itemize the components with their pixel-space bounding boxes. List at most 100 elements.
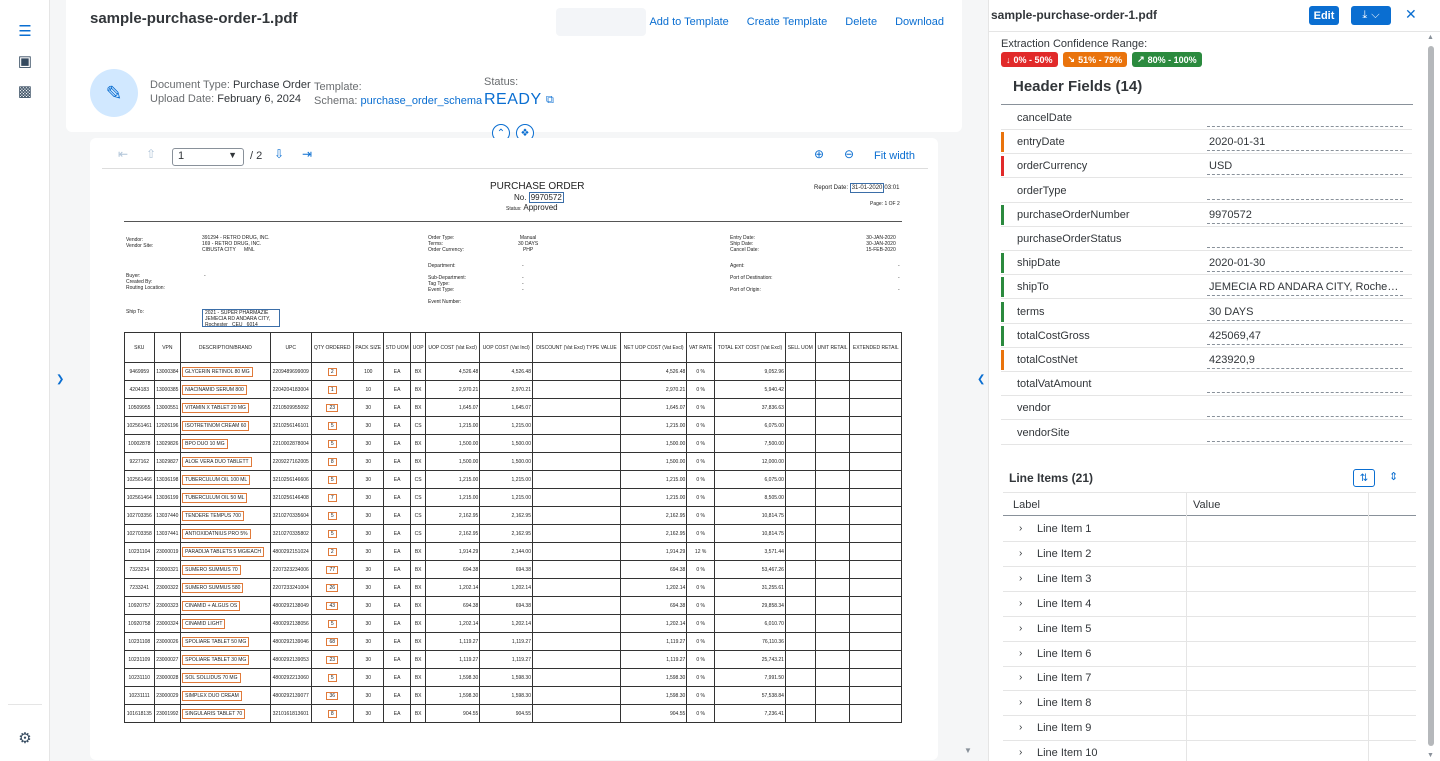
detected-quantity[interactable]: 2 [327, 367, 337, 376]
download-menu-button[interactable]: ⤓ ⌵ [1351, 6, 1391, 25]
zoom-out-icon[interactable]: ⊖ [844, 147, 854, 161]
line-item-row[interactable]: › Line Item 4 [1003, 592, 1416, 617]
page-select[interactable]: 1 ▼ [172, 148, 244, 166]
detected-quantity[interactable]: 23 [326, 655, 338, 664]
field-value[interactable]: 9970572 [1209, 209, 1403, 221]
next-page-icon[interactable]: ⇩ [274, 147, 284, 161]
detected-description[interactable]: BPO DUO 10 MG [182, 438, 228, 449]
field-value[interactable]: 425069,47 [1209, 330, 1403, 342]
chevron-right-icon[interactable]: › [1019, 722, 1022, 733]
detected-quantity[interactable]: 5 [327, 439, 337, 448]
ship-to-value[interactable]: 2021 - SUPER PHARMAZIE JEMECIA RD ANDARA… [202, 309, 280, 328]
detected-description[interactable]: SINGULARIS TABLET 70 [182, 708, 246, 719]
header-field-row[interactable]: totalCostNet 423920,9 [1001, 348, 1412, 372]
add-to-template-button[interactable]: Add to Template [649, 16, 728, 28]
detected-quantity[interactable]: 8 [327, 709, 337, 718]
detected-quantity[interactable]: 43 [326, 601, 338, 610]
first-page-icon[interactable]: ⇤ [118, 147, 128, 161]
chevron-right-icon[interactable]: › [1019, 672, 1022, 683]
field-value[interactable]: 2020-01-31 [1209, 136, 1403, 148]
detected-description[interactable]: NIACINAMID SERUM 800 [182, 384, 247, 395]
detected-quantity[interactable]: 5 [327, 529, 337, 538]
field-value[interactable]: 423920,9 [1209, 354, 1403, 366]
chevron-right-icon[interactable]: › [1019, 747, 1022, 758]
detected-description[interactable]: ANTIOXIDATNIUS PRO 5% [182, 528, 251, 539]
header-field-row[interactable]: shipDate 2020-01-30 [1001, 251, 1412, 276]
header-field-row[interactable]: vendorSite [1001, 421, 1412, 445]
report-date-value[interactable]: 31-01-2020 [849, 183, 885, 193]
zoom-in-icon[interactable]: ⊕ [814, 147, 824, 161]
header-field-row[interactable]: totalCostGross 425069,47 [1001, 324, 1412, 348]
detected-description[interactable]: CINAMID + ALGUS OS [182, 600, 241, 611]
detected-quantity[interactable]: 26 [326, 583, 338, 592]
detected-description[interactable]: GLYCERIN RETINOL 80 MG [182, 366, 253, 377]
templates-cube-icon[interactable]: ▩ [0, 76, 50, 106]
line-item-row[interactable]: › Line Item 7 [1003, 666, 1416, 692]
scroll-up-icon[interactable]: ▲ [1427, 34, 1434, 41]
detected-description[interactable]: CINAMID LIGHT [182, 618, 226, 629]
line-item-row[interactable]: › Line Item 10 [1003, 741, 1416, 761]
detected-quantity[interactable]: 5 [327, 475, 337, 484]
chevron-right-icon[interactable]: › [1019, 697, 1022, 708]
previous-page-icon[interactable]: ⇧ [146, 147, 156, 161]
detected-quantity[interactable]: 23 [326, 403, 338, 412]
field-value[interactable]: JEMECIA RD ANDARA CITY, Rochester... [1209, 281, 1403, 293]
field-value[interactable]: 30 DAYS [1209, 306, 1403, 318]
delete-button[interactable]: Delete [845, 16, 877, 28]
detected-quantity[interactable]: 1 [327, 385, 337, 394]
detected-quantity[interactable]: 7 [327, 493, 337, 502]
download-button[interactable]: Download [895, 16, 944, 28]
last-page-icon[interactable]: ⇥ [302, 147, 312, 161]
detected-description[interactable]: SUMERO SUMMUS 580 [182, 582, 244, 593]
line-item-row[interactable]: › Line Item 2 [1003, 542, 1416, 567]
chevron-right-icon[interactable]: › [1019, 523, 1022, 534]
po-number-value[interactable]: 9970572 [528, 192, 564, 203]
line-item-row[interactable]: › Line Item 3 [1003, 567, 1416, 592]
detected-description[interactable]: TUBERCULUM OIL 100 ML [182, 474, 251, 485]
scrollbar-thumb[interactable] [1428, 46, 1434, 746]
chevron-right-icon[interactable]: › [1019, 623, 1022, 634]
panel-scrollbar[interactable]: ▲ ▼ [1427, 34, 1435, 761]
detected-description[interactable]: VITAMIN X TABLET 20 MG [182, 402, 249, 413]
detected-description[interactable]: SPOLIARE TABLET 50 MG [182, 636, 250, 647]
detected-quantity[interactable]: 5 [327, 619, 337, 628]
detected-description[interactable]: ISOTRETINOM CREAM 60 [182, 420, 250, 431]
line-item-row[interactable]: › Line Item 5 [1003, 617, 1416, 642]
field-value[interactable]: USD [1209, 160, 1403, 172]
detected-description[interactable]: SPOLIARE TABLET 30 MG [182, 654, 250, 665]
line-item-row[interactable]: › Line Item 9 [1003, 716, 1416, 742]
collapse-all-icon[interactable]: ⇅ [1353, 469, 1375, 487]
field-value[interactable]: 2020-01-30 [1209, 257, 1403, 269]
header-field-row[interactable]: orderType [1001, 179, 1412, 203]
detected-description[interactable]: ALOE VERA DUO TABLETT [182, 456, 252, 467]
expand-all-icon[interactable]: ⇕ [1389, 470, 1398, 483]
detected-description[interactable]: SUMERO SUMMUS 70 [182, 564, 241, 575]
line-item-row[interactable]: › Line Item 8 [1003, 691, 1416, 717]
detected-quantity[interactable]: 5 [327, 421, 337, 430]
detected-quantity[interactable]: 77 [326, 565, 338, 574]
chevron-right-icon[interactable]: › [1019, 548, 1022, 559]
line-item-row[interactable]: › Line Item 1 [1003, 517, 1416, 542]
header-field-row[interactable]: cancelDate [1001, 106, 1412, 130]
header-field-row[interactable]: shipTo JEMECIA RD ANDARA CITY, Rochester.… [1001, 275, 1412, 300]
edit-button[interactable]: Edit [1309, 6, 1339, 25]
scroll-down-icon[interactable]: ▼ [964, 746, 972, 755]
detected-quantity[interactable]: 8 [327, 457, 337, 466]
detected-quantity[interactable]: 5 [327, 673, 337, 682]
schema-link[interactable]: purchase_order_schema [360, 95, 482, 107]
header-field-row[interactable]: entryDate 2020-01-31 [1001, 130, 1412, 155]
header-field-row[interactable]: totalVatAmount [1001, 372, 1412, 397]
chevron-right-icon[interactable]: › [1019, 598, 1022, 609]
line-item-row[interactable]: › Line Item 6 [1003, 642, 1416, 667]
detected-description[interactable]: SOL SOLLIDUS 70 MG [182, 672, 241, 683]
chevron-right-icon[interactable]: › [1019, 648, 1022, 659]
expand-right-icon[interactable]: ❮ [977, 374, 985, 385]
expand-left-icon[interactable]: ❯ [56, 374, 64, 385]
schema-cube-icon[interactable]: ▣ [0, 46, 50, 76]
detected-quantity[interactable]: 2 [327, 547, 337, 556]
header-field-row[interactable]: vendor [1001, 396, 1412, 421]
header-field-row[interactable]: orderCurrency USD [1001, 154, 1412, 179]
detected-quantity[interactable]: 36 [326, 691, 338, 700]
settings-icon[interactable]: ⚙ [0, 723, 50, 753]
detected-description[interactable]: TUBERCULUM OIL 50 ML [182, 492, 248, 503]
